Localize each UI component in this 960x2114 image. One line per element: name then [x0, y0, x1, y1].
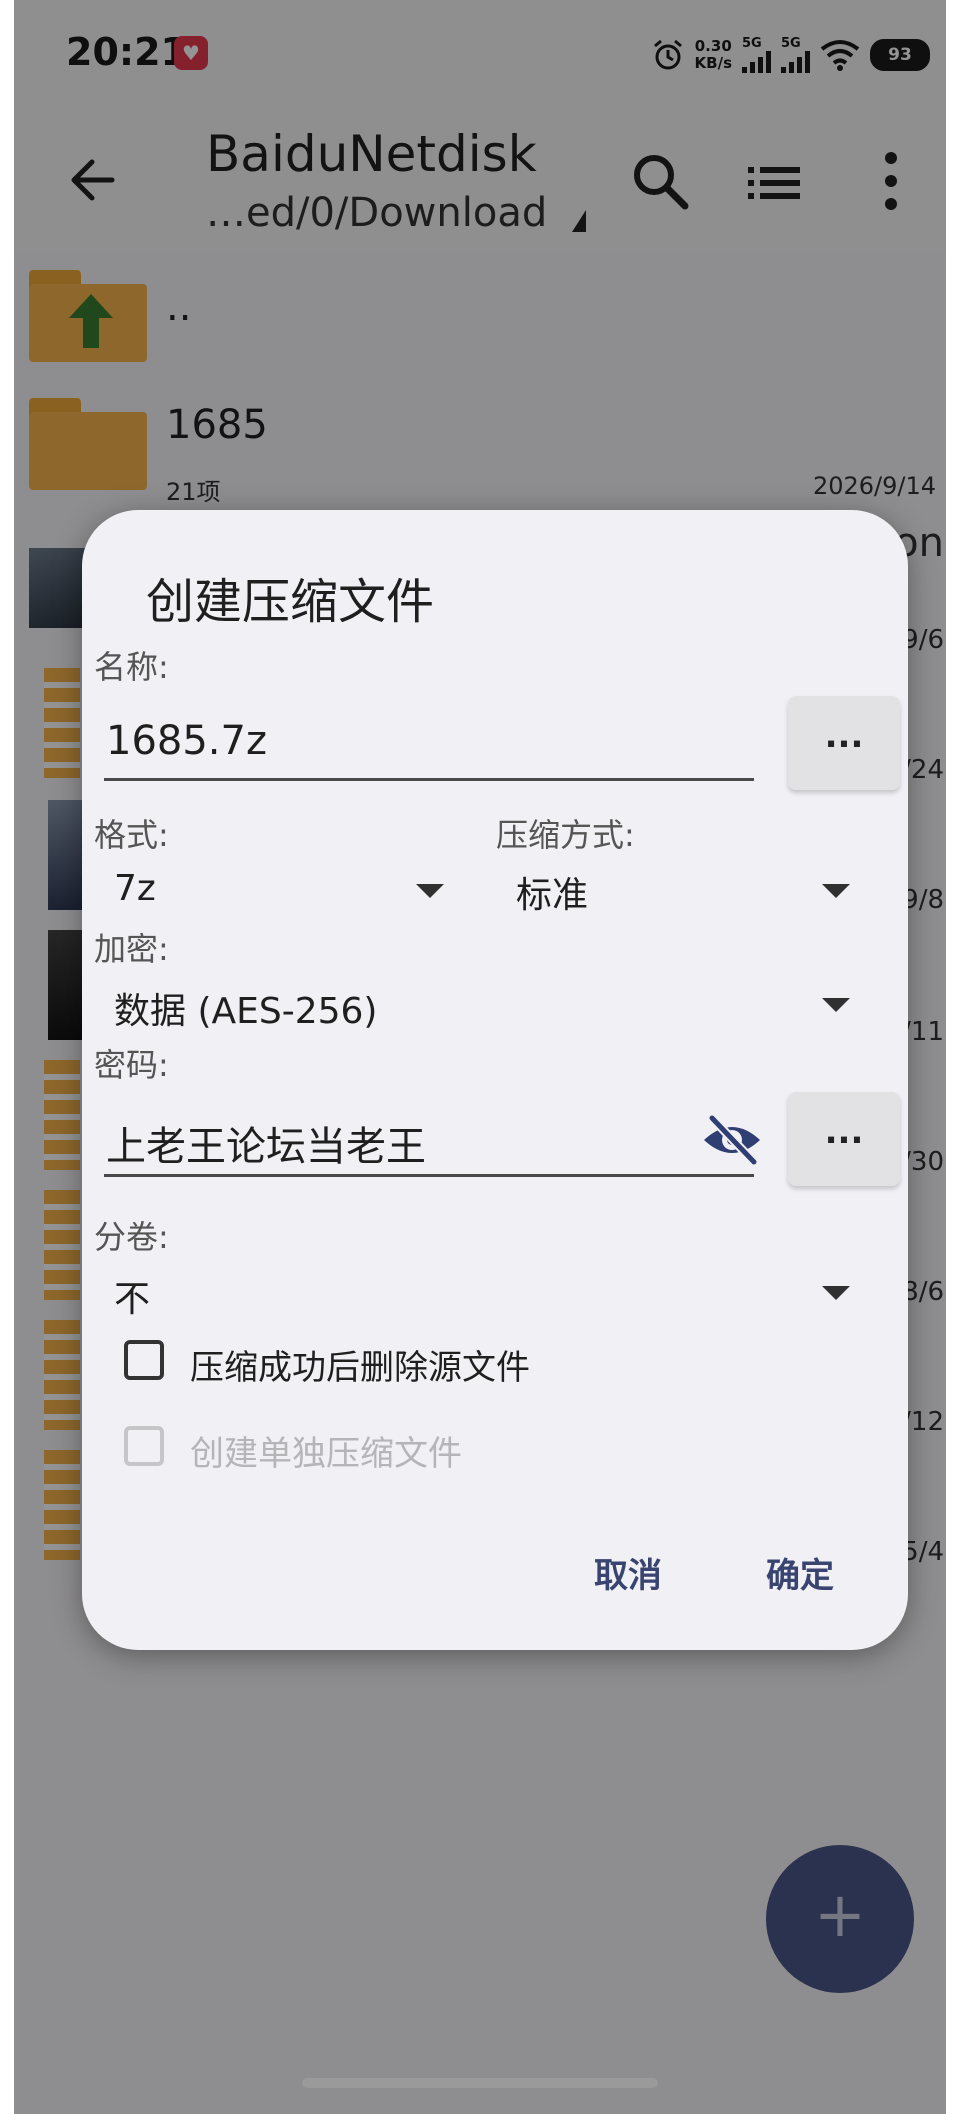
delete-source-checkbox[interactable] — [124, 1340, 164, 1380]
browse-button[interactable]: ... — [788, 696, 900, 790]
archive-name-input[interactable]: 1685.7z — [106, 718, 267, 764]
name-underline — [104, 778, 754, 781]
separate-archive-label: 创建单独压缩文件 — [190, 1434, 462, 1474]
password-label: 密码: — [94, 1046, 169, 1084]
password-input[interactable]: 上老王论坛当老王 — [106, 1114, 426, 1172]
compression-method-select[interactable]: 标准 — [516, 866, 588, 918]
method-dropdown-icon[interactable] — [822, 884, 850, 898]
cancel-button[interactable]: 取消 — [594, 1548, 662, 1597]
encryption-label: 加密: — [94, 930, 169, 968]
name-label: 名称: — [94, 648, 169, 686]
format-dropdown-icon[interactable] — [416, 884, 444, 898]
split-volume-label: 分卷: — [94, 1218, 169, 1256]
split-volume-select[interactable]: 不 — [114, 1270, 150, 1322]
separate-archive-checkbox — [124, 1426, 164, 1466]
gesture-nav-bar[interactable] — [302, 2078, 658, 2088]
ok-button[interactable]: 确定 — [766, 1548, 834, 1597]
encryption-select[interactable]: 数据 (AES-256) — [114, 982, 377, 1034]
delete-source-label[interactable]: 压缩成功后删除源文件 — [190, 1340, 530, 1389]
screen: 20:21 ♥ 0.30 KB/s 5G 5G 93 BaiduNetdisk … — [14, 0, 946, 2114]
password-underline — [104, 1174, 754, 1177]
format-select[interactable]: 7z — [114, 868, 156, 909]
format-label: 格式: — [94, 816, 169, 854]
create-archive-dialog: 创建压缩文件 名称: 1685.7z ... 格式: 7z 压缩方式: 标准 加… — [82, 510, 908, 1650]
password-more-button[interactable]: ... — [788, 1092, 900, 1186]
split-dropdown-icon[interactable] — [822, 1286, 850, 1300]
dialog-title: 创建压缩文件 — [146, 574, 435, 630]
encryption-dropdown-icon[interactable] — [822, 998, 850, 1012]
eye-off-icon[interactable] — [700, 1112, 764, 1168]
compression-method-label: 压缩方式: — [496, 816, 635, 854]
